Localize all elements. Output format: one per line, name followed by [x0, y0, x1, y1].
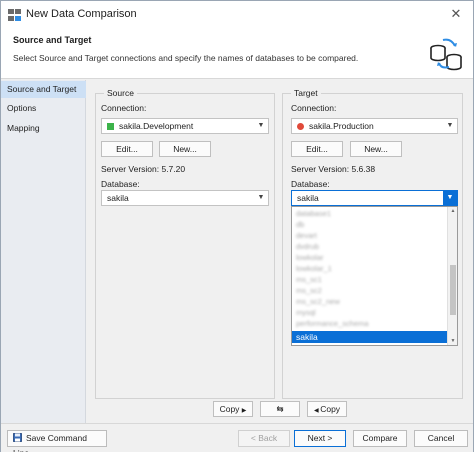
- save-command-line-label: Save Command Line...: [13, 433, 87, 452]
- dropdown-option[interactable]: db: [292, 220, 449, 230]
- dropdown-option[interactable]: performance_schema: [292, 319, 449, 329]
- chevron-down-icon[interactable]: ▼: [254, 191, 268, 205]
- page-title: Source and Target: [13, 35, 92, 45]
- database-compare-icon: [430, 38, 462, 71]
- target-edit-button[interactable]: Edit...: [291, 141, 343, 157]
- sidebar-item-source-and-target[interactable]: Source and Target: [1, 81, 86, 98]
- copy-to-source-label: Copy: [320, 404, 341, 414]
- sidebar-item-mapping[interactable]: Mapping: [1, 120, 86, 137]
- copy-to-target-label: Copy: [219, 404, 240, 414]
- scroll-up-icon[interactable]: ▲: [448, 207, 457, 215]
- window-title: New Data Comparison: [26, 8, 137, 20]
- scrollbar-thumb[interactable]: [450, 265, 456, 315]
- dropdown-option[interactable]: dvdrub: [292, 242, 449, 252]
- connection-status-icon: [107, 123, 114, 130]
- target-connection-value: sakila.Production: [309, 121, 374, 131]
- source-database-label: Database:: [101, 179, 140, 189]
- dropdown-option[interactable]: ms_sc2: [292, 286, 449, 296]
- target-database-select[interactable]: sakila ▼: [291, 190, 458, 206]
- copy-to-source-button[interactable]: ◀ Copy: [307, 401, 347, 417]
- wizard-sidebar: Source and Target Options Mapping: [1, 80, 86, 423]
- target-database-value: sakila: [297, 193, 319, 203]
- target-server-version: Server Version: 5.6.38: [291, 164, 376, 174]
- source-group: Source Connection: sakila.Development ▼ …: [95, 88, 275, 399]
- wizard-footer: Save Command Line... < Back Next > Compa…: [1, 423, 473, 452]
- save-icon: [13, 433, 22, 442]
- next-button[interactable]: Next >: [294, 430, 346, 447]
- app-icon: [8, 9, 21, 21]
- source-connection-select[interactable]: sakila.Development ▼: [101, 118, 269, 134]
- dropdown-option[interactable]: ms_sc1: [292, 275, 449, 285]
- compare-button[interactable]: Compare: [353, 430, 407, 447]
- save-command-line-button[interactable]: Save Command Line...: [7, 430, 107, 452]
- title-bar: New Data Comparison ✕: [1, 1, 473, 29]
- connection-status-icon: [297, 123, 304, 130]
- source-connection-label: Connection:: [101, 103, 147, 113]
- dropdown-option[interactable]: lowkolar: [292, 253, 449, 263]
- source-database-value: sakila: [107, 193, 129, 203]
- dropdown-option[interactable]: database1: [292, 209, 449, 219]
- source-database-select[interactable]: sakila ▼: [101, 190, 269, 206]
- swap-icon: ⇆: [276, 404, 284, 414]
- swap-button[interactable]: ⇆: [260, 401, 300, 417]
- copy-to-target-button[interactable]: Copy ▶: [213, 401, 253, 417]
- main-panel: Source Connection: sakila.Development ▼ …: [87, 80, 473, 423]
- dropdown-scrollbar[interactable]: ▲ ▼: [447, 207, 457, 345]
- target-group-label: Target: [291, 88, 321, 98]
- target-connection-select[interactable]: sakila.Production ▼: [291, 118, 458, 134]
- page-description: Select Source and Target connections and…: [13, 53, 359, 63]
- back-button[interactable]: < Back: [238, 430, 290, 447]
- source-new-button[interactable]: New...: [159, 141, 211, 157]
- arrow-right-icon: ▶: [241, 408, 247, 414]
- chevron-down-icon[interactable]: ▼: [443, 191, 457, 205]
- wizard-header: Source and Target Select Source and Targ…: [1, 29, 473, 79]
- dropdown-option[interactable]: mysql: [292, 308, 449, 318]
- scroll-down-icon[interactable]: ▼: [448, 337, 457, 345]
- dropdown-option[interactable]: devart: [292, 231, 449, 241]
- target-new-button[interactable]: New...: [350, 141, 402, 157]
- dropdown-option[interactable]: lowkolar_1: [292, 264, 449, 274]
- source-connection-value: sakila.Development: [119, 121, 194, 131]
- chevron-down-icon[interactable]: ▼: [254, 119, 268, 133]
- sidebar-item-options[interactable]: Options: [1, 100, 86, 117]
- cancel-button[interactable]: Cancel: [414, 430, 468, 447]
- target-database-label: Database:: [291, 179, 330, 189]
- source-group-label: Source: [104, 88, 137, 98]
- source-edit-button[interactable]: Edit...: [101, 141, 153, 157]
- new-data-comparison-dialog: New Data Comparison ✕ Source and Target …: [0, 0, 474, 452]
- target-group: Target Connection: sakila.Production ▼ E…: [282, 88, 463, 399]
- dropdown-option[interactable]: ms_sc2_new: [292, 297, 449, 307]
- chevron-down-icon[interactable]: ▼: [443, 119, 457, 133]
- dropdown-option-selected[interactable]: sakila: [292, 331, 449, 343]
- target-database-dropdown-list[interactable]: database1 db devart dvdrub lowkolar lowk…: [291, 206, 458, 346]
- target-connection-label: Connection:: [291, 103, 337, 113]
- source-server-version: Server Version: 5.7.20: [101, 164, 186, 174]
- close-icon[interactable]: ✕: [447, 5, 465, 23]
